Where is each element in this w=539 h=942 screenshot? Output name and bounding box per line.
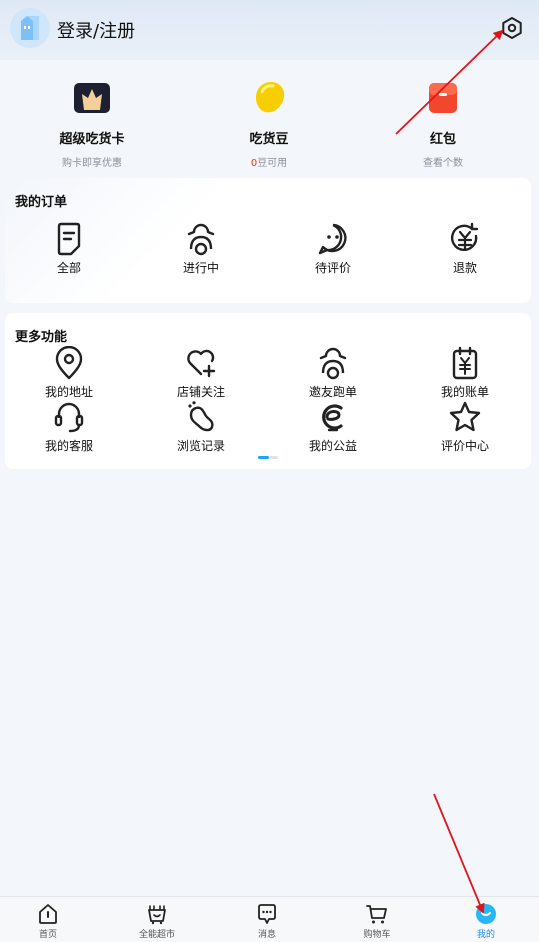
super-card-entry[interactable]: 超级吃货卡 购卡即享优惠: [17, 80, 167, 169]
orders-in-progress[interactable]: 进行中: [146, 222, 256, 276]
feature-label: 我的地址: [44, 385, 93, 399]
bottom-tab-bar: 首页 全能超市 消息 购物车 我的: [0, 896, 539, 942]
order-label: 进行中: [182, 261, 219, 275]
more-features-card: 更多功能 我的地址 店铺关注 邀友跑单 我的账单 我的客服 浏览记录 我的公益 …: [5, 313, 531, 469]
asset-title: 超级吃货卡: [59, 132, 125, 147]
page-indicator-active: [258, 456, 269, 459]
all-orders-icon: [57, 222, 81, 256]
feature-customer-service[interactable]: 我的客服: [14, 400, 124, 454]
profile-icon: [476, 904, 496, 924]
login-register-link[interactable]: 登录/注册: [57, 17, 135, 43]
assets-row: 超级吃货卡 购卡即享优惠 吃货豆 0豆可用 红包 查看个数: [0, 60, 539, 175]
bean-unit: 豆可用: [257, 158, 288, 169]
super-card-icon: [73, 80, 111, 116]
tab-label: 购物车: [363, 930, 391, 940]
tab-cart[interactable]: 购物车: [337, 903, 417, 940]
feature-store-follow[interactable]: 店铺关注: [146, 346, 256, 400]
refund-icon: [450, 222, 479, 252]
gear-icon: [502, 17, 522, 39]
tab-supermarket[interactable]: 全能超市: [117, 903, 197, 940]
tab-label: 全能超市: [138, 930, 175, 940]
feature-label: 店铺关注: [176, 385, 225, 399]
feature-my-charity[interactable]: 我的公益: [278, 400, 388, 454]
cart-icon: [366, 905, 387, 924]
pending-review-icon: [318, 223, 347, 255]
location-icon: [55, 346, 83, 380]
section-title: 更多功能: [15, 330, 68, 345]
settings-button[interactable]: [500, 16, 524, 40]
feature-label: 我的公益: [308, 439, 357, 453]
feature-label: 我的客服: [44, 439, 93, 453]
home-icon: [39, 904, 57, 924]
feature-label: 浏览记录: [176, 439, 225, 453]
feature-invite-rider[interactable]: 邀友跑单: [278, 346, 388, 400]
bean-entry[interactable]: 吃货豆 0豆可用: [194, 80, 344, 169]
red-packet-entry[interactable]: 红包 查看个数: [368, 80, 518, 169]
arrow-to-profile-tab: [433, 793, 485, 914]
bill-icon: [452, 346, 478, 380]
asset-subtitle: 0豆可用: [194, 154, 344, 169]
asset-subtitle: 购卡即享优惠: [62, 158, 122, 169]
footprint-icon: [188, 401, 214, 432]
order-label: 待评价: [314, 261, 351, 275]
order-label: 全部: [56, 261, 81, 275]
feature-my-address[interactable]: 我的地址: [14, 346, 124, 400]
feature-label: 我的账单: [440, 385, 489, 399]
page-indicator-inactive: [269, 456, 278, 459]
avatar[interactable]: [10, 8, 50, 48]
heart-plus-icon: [187, 349, 216, 378]
asset-subtitle: 查看个数: [423, 158, 463, 169]
rider-icon: [319, 347, 347, 380]
orders-refund[interactable]: 退款: [410, 222, 520, 276]
star-icon: [449, 401, 481, 432]
orders-pending-review[interactable]: 待评价: [278, 222, 388, 276]
asset-title: 吃货豆: [249, 132, 289, 147]
orders-all[interactable]: 全部: [14, 222, 124, 276]
asset-title: 红包: [429, 132, 456, 147]
red-packet-icon: [424, 80, 462, 116]
feature-my-bill[interactable]: 我的账单: [410, 346, 520, 400]
tab-home[interactable]: 首页: [8, 903, 88, 940]
feature-label: 评价中心: [440, 439, 489, 453]
page-indicator: [258, 456, 278, 459]
header: 登录/注册: [0, 0, 539, 60]
charity-icon: [322, 404, 343, 432]
tab-label: 首页: [38, 930, 57, 940]
message-icon: [258, 904, 276, 924]
supermarket-icon: [148, 905, 166, 925]
order-label: 退款: [452, 261, 477, 275]
feature-label: 邀友跑单: [308, 385, 357, 399]
milk-box-icon: [21, 16, 39, 40]
feature-browse-history[interactable]: 浏览记录: [146, 400, 256, 454]
section-title: 我的订单: [15, 195, 68, 210]
tab-label: 消息: [257, 930, 276, 940]
headset-icon: [54, 402, 84, 433]
in-progress-icon: [187, 223, 215, 256]
tab-messages[interactable]: 消息: [227, 903, 307, 940]
bean-icon: [250, 80, 288, 116]
tab-profile[interactable]: 我的: [446, 903, 526, 940]
feature-review-center[interactable]: 评价中心: [410, 400, 520, 454]
tab-label: 我的: [476, 930, 495, 940]
my-orders-card: 我的订单 全部 进行中 待评价 退款: [5, 178, 531, 303]
